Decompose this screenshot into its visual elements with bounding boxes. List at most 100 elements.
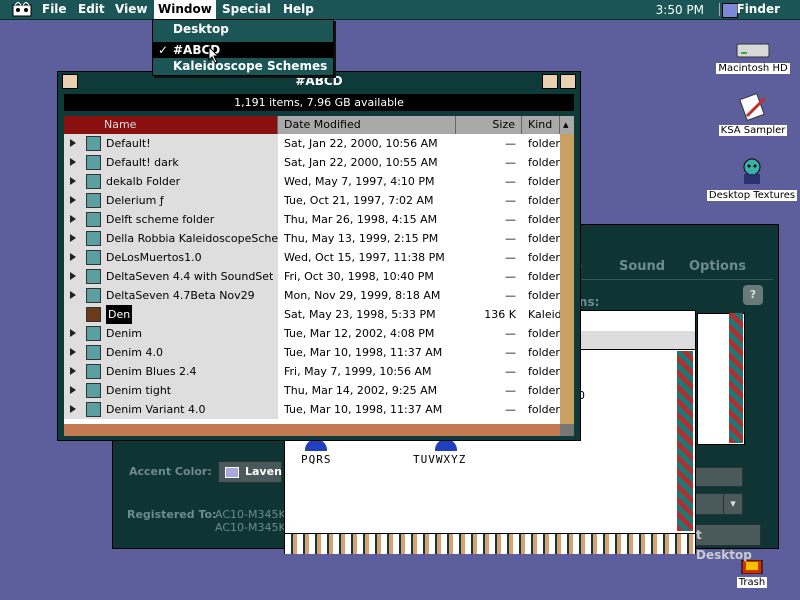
file-kind: folder bbox=[528, 403, 560, 416]
file-name: Delft scheme folder bbox=[106, 213, 215, 226]
color-swatch-icon bbox=[225, 467, 239, 478]
vertical-scrollbar[interactable] bbox=[560, 134, 574, 424]
table-row[interactable]: Default! dark Sat, Jan 22, 2000, 10:55 AM… bbox=[64, 153, 560, 172]
pattern-popup[interactable]: ▾ bbox=[693, 493, 743, 515]
disclosure-triangle-icon[interactable] bbox=[70, 139, 76, 147]
pattern-preview-border bbox=[729, 313, 743, 443]
file-name: DeltaSeven 4.4 with SoundSet bbox=[106, 270, 274, 283]
tab-sound[interactable]: Sound bbox=[619, 259, 665, 274]
folder-icon bbox=[86, 326, 101, 341]
letters-pqrs: PQRS bbox=[301, 453, 332, 466]
menu-window[interactable]: Window bbox=[154, 0, 216, 19]
file-date: Tue, Mar 12, 2002, 4:08 PM bbox=[284, 327, 435, 340]
file-size: — bbox=[505, 365, 516, 378]
folder-icon bbox=[86, 364, 101, 379]
window-menu-item-kaleidoscope-schemes[interactable]: Kaleidoscope Schemes bbox=[153, 58, 333, 74]
file-date: Wed, May 7, 1997, 4:10 PM bbox=[284, 175, 435, 188]
disclosure-triangle-icon[interactable] bbox=[70, 158, 76, 166]
file-date: Sat, May 23, 1998, 5:33 PM bbox=[284, 308, 436, 321]
table-row[interactable]: Denim Blues 2.4 Fri, May 7, 1999, 10:56 A… bbox=[64, 362, 560, 381]
setting-field[interactable] bbox=[693, 467, 743, 487]
table-row[interactable]: Delerium ƒ Tue, Oct 21, 1997, 7:02 AM — fol… bbox=[64, 191, 560, 210]
folder-icon bbox=[86, 402, 101, 417]
preview-bottom-border bbox=[285, 533, 695, 554]
table-row[interactable]: Denim Tue, Mar 12, 2002, 4:08 PM — folder bbox=[64, 324, 560, 343]
accent-color-popup[interactable]: Laven bbox=[218, 461, 282, 483]
table-row[interactable]: Default! Sat, Jan 22, 2000, 10:56 AM — fold… bbox=[64, 134, 560, 153]
resize-box-icon[interactable] bbox=[560, 424, 574, 436]
disclosure-triangle-icon[interactable] bbox=[70, 348, 76, 356]
file-size: — bbox=[505, 270, 516, 283]
disclosure-triangle-icon[interactable] bbox=[70, 272, 76, 280]
file-size: 136 K bbox=[484, 308, 516, 321]
file-size: — bbox=[505, 251, 516, 264]
disclosure-triangle-icon[interactable] bbox=[70, 215, 76, 223]
disclosure-triangle-icon[interactable] bbox=[70, 291, 76, 299]
registration-code-2: AC10-M345K bbox=[215, 521, 286, 534]
disclosure-triangle-icon[interactable] bbox=[70, 367, 76, 375]
table-row[interactable]: dekalb Folder Wed, May 7, 1997, 4:10 PM — f… bbox=[64, 172, 560, 191]
disclosure-triangle-icon[interactable] bbox=[70, 234, 76, 242]
menu-special[interactable]: Special bbox=[222, 2, 271, 16]
desktop-icon-ksa-sampler[interactable]: KSA Sampler bbox=[716, 92, 790, 136]
disclosure-triangle-icon[interactable] bbox=[70, 386, 76, 394]
file-size: — bbox=[505, 175, 516, 188]
zoom-box-icon[interactable] bbox=[542, 74, 558, 89]
file-list: Default! Sat, Jan 22, 2000, 10:56 AM — fold… bbox=[64, 134, 560, 424]
menu-edit[interactable]: Edit bbox=[78, 2, 105, 16]
file-name: Delerium ƒ bbox=[106, 194, 164, 207]
file-kind: folder bbox=[528, 384, 560, 397]
menu-file[interactable]: File bbox=[42, 2, 67, 16]
table-row[interactable]: Delft scheme folder Thu, Mar 26, 1998, 4:… bbox=[64, 210, 560, 229]
column-header-size[interactable]: Size bbox=[456, 116, 522, 134]
table-row[interactable]: DeLosMuertos1.0 Wed, Oct 15, 1997, 11:38 … bbox=[64, 248, 560, 267]
table-row[interactable]: Della Robbia KaleidoscopeScheme Thu, May … bbox=[64, 229, 560, 248]
file-name: Denim Blues 2.4 bbox=[106, 365, 197, 378]
window-menu-item-abcd[interactable]: ✓ #ABCD bbox=[153, 42, 333, 58]
help-icon[interactable]: ? bbox=[743, 285, 763, 305]
disclosure-triangle-icon[interactable] bbox=[70, 253, 76, 261]
file-size: — bbox=[505, 156, 516, 169]
column-header-date[interactable]: Date Modified bbox=[278, 116, 456, 134]
file-size: — bbox=[505, 137, 516, 150]
table-row[interactable]: Denim 4.0 Tue, Mar 10, 1998, 11:37 AM — fol… bbox=[64, 343, 560, 362]
file-kind: folder bbox=[528, 365, 560, 378]
file-kind: folder bbox=[528, 270, 560, 283]
application-menu[interactable]: Finder bbox=[737, 2, 781, 16]
sort-direction-icon[interactable]: ▴ bbox=[560, 116, 574, 134]
table-row[interactable]: Denim Variant 4.0 Tue, Mar 10, 1998, 11:3… bbox=[64, 400, 560, 419]
folder-icon bbox=[86, 383, 101, 398]
file-date: Sat, Jan 22, 2000, 10:56 AM bbox=[284, 137, 438, 150]
scheme-file-icon bbox=[86, 307, 101, 322]
apple-menu-icon[interactable] bbox=[12, 2, 32, 17]
window-menu-item-desktop[interactable]: Desktop bbox=[153, 21, 333, 37]
table-row[interactable]: Denim tight Thu, Mar 14, 2002, 9:25 AM — fo… bbox=[64, 381, 560, 400]
table-row[interactable]: DeltaSeven 4.7Beta Nov29 Mon, Nov 29, 199… bbox=[64, 286, 560, 305]
disclosure-triangle-icon[interactable] bbox=[70, 405, 76, 413]
file-date: Fri, May 7, 1999, 10:56 AM bbox=[284, 365, 432, 378]
disclosure-triangle-icon[interactable] bbox=[70, 177, 76, 185]
column-header-kind[interactable]: Kind bbox=[522, 116, 560, 134]
textures-character-icon bbox=[743, 158, 761, 184]
file-size: — bbox=[505, 346, 516, 359]
chevron-down-icon: ▾ bbox=[723, 494, 742, 514]
disclosure-triangle-icon[interactable] bbox=[70, 329, 76, 337]
column-header-name[interactable]: Name bbox=[64, 116, 278, 134]
menu-view[interactable]: View bbox=[115, 2, 147, 16]
horizontal-scrollbar[interactable] bbox=[64, 424, 560, 436]
table-row[interactable]: Den Sat, May 23, 1998, 5:33 PM 136 K Kaleid bbox=[64, 305, 560, 324]
menu-help[interactable]: Help bbox=[283, 2, 314, 16]
file-name: DeLosMuertos1.0 bbox=[106, 251, 202, 264]
collapse-box-icon[interactable] bbox=[560, 74, 576, 89]
folder-icon bbox=[86, 174, 101, 189]
file-size: — bbox=[505, 232, 516, 245]
tab-options[interactable]: Options bbox=[689, 259, 746, 274]
desktop-icon-desktop-textures[interactable]: Desktop Textures bbox=[706, 157, 798, 201]
close-box-icon[interactable] bbox=[62, 74, 78, 89]
table-row[interactable]: DeltaSeven 4.4 with SoundSet Fri, Oct 30,… bbox=[64, 267, 560, 286]
set-desktop-button[interactable]: t Desktop bbox=[695, 524, 761, 562]
desktop-icon-macintosh-hd[interactable]: Macintosh HD bbox=[716, 40, 790, 74]
menubar-clock[interactable]: 3:50 PM bbox=[656, 3, 704, 17]
file-size: — bbox=[505, 289, 516, 302]
disclosure-triangle-icon[interactable] bbox=[70, 196, 76, 204]
